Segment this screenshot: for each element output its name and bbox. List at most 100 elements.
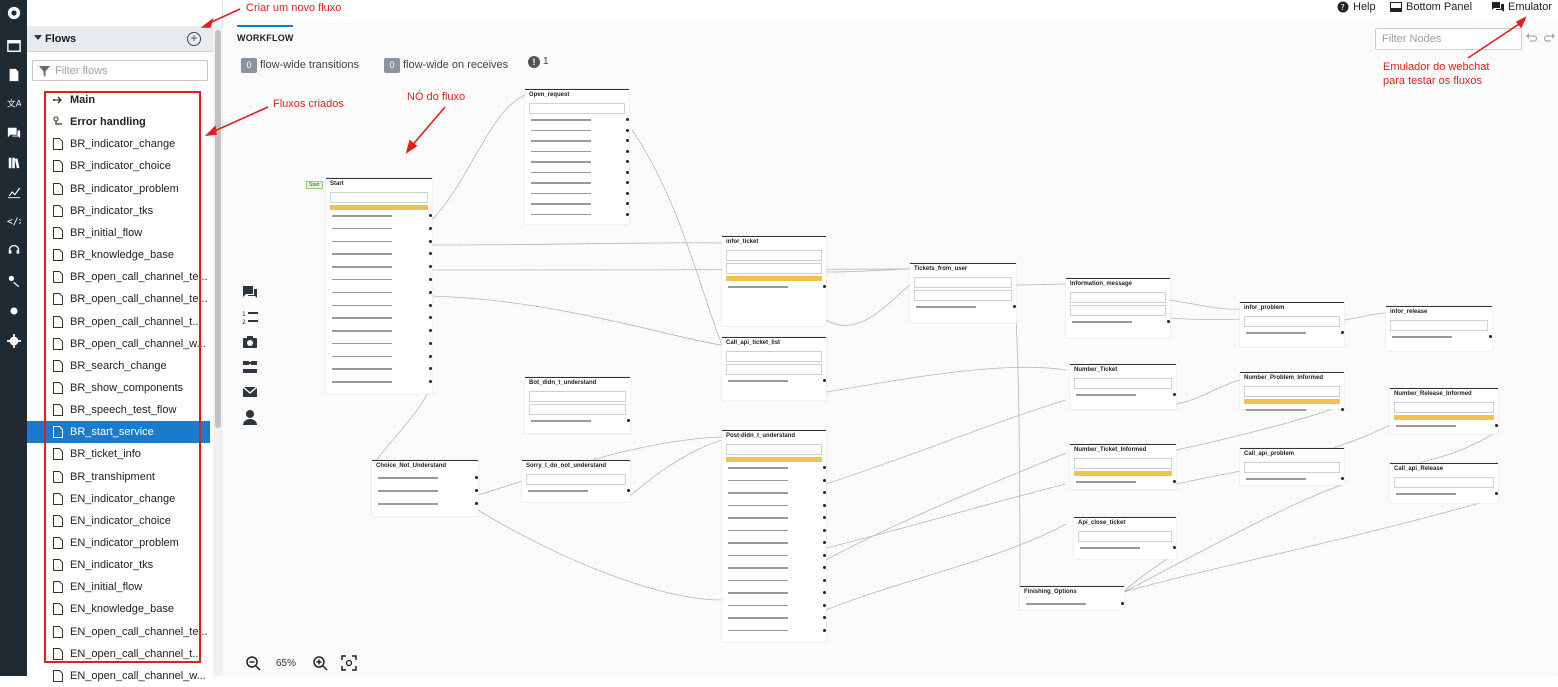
graph-node-transition[interactable] bbox=[728, 492, 788, 494]
graph-node-transition[interactable] bbox=[728, 380, 788, 382]
transition-port[interactable] bbox=[429, 380, 432, 384]
transition-port[interactable] bbox=[626, 202, 629, 205]
graph-node-action[interactable] bbox=[1070, 292, 1166, 303]
graph-node-transition[interactable] bbox=[728, 579, 788, 581]
library-icon[interactable] bbox=[5, 154, 22, 171]
graph-node-action[interactable] bbox=[1244, 316, 1340, 327]
graph-node-transition[interactable] bbox=[728, 467, 788, 469]
graph-node-action[interactable] bbox=[529, 103, 625, 114]
graph-node-transition[interactable] bbox=[1392, 336, 1452, 338]
graph-node-transition[interactable] bbox=[378, 503, 438, 505]
transition-port[interactable] bbox=[626, 139, 629, 142]
graph-node-action[interactable] bbox=[330, 192, 428, 203]
flow-list-item[interactable]: BR_initial_flow bbox=[27, 222, 210, 244]
transition-port[interactable] bbox=[823, 478, 826, 482]
graph-node-action[interactable] bbox=[1074, 458, 1172, 469]
graph-node-transition[interactable] bbox=[332, 227, 392, 230]
filter-nodes-input[interactable] bbox=[1375, 28, 1522, 50]
transition-port[interactable] bbox=[626, 160, 629, 163]
graph-node-transition[interactable] bbox=[1076, 394, 1136, 396]
graph-node[interactable]: Call_api_Release bbox=[1390, 463, 1498, 503]
tab-workflow[interactable]: WORKFLOW bbox=[237, 33, 294, 43]
graph-node[interactable]: Sorry_I_do_not_understand bbox=[522, 460, 630, 502]
transition-port[interactable] bbox=[475, 502, 478, 505]
transition-port[interactable] bbox=[823, 566, 826, 569]
graph-node-transition[interactable] bbox=[728, 629, 788, 631]
graph-node-transition[interactable] bbox=[531, 129, 591, 131]
flow-list-item[interactable]: EN_indicator_problem bbox=[27, 532, 210, 554]
graph-node[interactable]: Call_api_ticket_list bbox=[722, 337, 826, 400]
logo-icon[interactable] bbox=[5, 4, 22, 21]
graph-node-transition[interactable] bbox=[728, 604, 788, 606]
transition-port[interactable] bbox=[823, 591, 826, 594]
graph-node-transition[interactable] bbox=[728, 542, 788, 544]
flow-list-item[interactable]: BR_knowledge_base bbox=[27, 244, 210, 266]
transition-port[interactable] bbox=[626, 128, 629, 132]
flow-list-item[interactable]: BR_start_service bbox=[27, 421, 210, 444]
emulator-toggle[interactable]: Emulator bbox=[1492, 1, 1552, 13]
graph-node-transition[interactable] bbox=[728, 554, 788, 556]
graph-node-action[interactable] bbox=[1390, 320, 1488, 331]
graph-node-transition[interactable] bbox=[1246, 409, 1306, 411]
flow-list-item[interactable]: BR_transhipment bbox=[27, 466, 210, 488]
filter-flows-input[interactable] bbox=[55, 63, 205, 79]
flow-list-item[interactable]: EN_initial_flow bbox=[27, 576, 210, 598]
flow-list-item[interactable]: EN_indicator_change bbox=[27, 488, 210, 510]
transition-port[interactable] bbox=[1341, 331, 1344, 334]
flow-list-item[interactable]: BR_ticket_info bbox=[27, 443, 210, 465]
flow-wide-receives-link[interactable]: flow-wide on receives bbox=[403, 59, 508, 71]
transition-port[interactable] bbox=[429, 329, 432, 333]
flow-list-item[interactable]: BR_show_components bbox=[27, 377, 210, 399]
graph-node[interactable]: Post-didn_t_understand bbox=[722, 430, 826, 642]
flow-list-item[interactable]: BR_open_call_channel_w... bbox=[27, 333, 210, 355]
transition-port[interactable] bbox=[626, 118, 629, 121]
transition-port[interactable] bbox=[429, 354, 432, 358]
transition-port[interactable] bbox=[475, 489, 478, 492]
flow-wide-transitions-link[interactable]: flow-wide transitions bbox=[260, 59, 359, 71]
transition-port[interactable] bbox=[823, 628, 826, 632]
graph-node-action[interactable] bbox=[914, 277, 1012, 288]
transition-port[interactable] bbox=[429, 341, 432, 345]
graph-node[interactable]: Information_message bbox=[1066, 278, 1170, 338]
graph-node-transition[interactable] bbox=[531, 171, 591, 173]
flow-list-item[interactable]: BR_speech_test_flow bbox=[27, 399, 210, 421]
graph-node-transition[interactable] bbox=[531, 213, 591, 215]
transition-port[interactable] bbox=[429, 252, 432, 256]
graph-node-action[interactable] bbox=[914, 290, 1012, 301]
dashboard-icon[interactable] bbox=[5, 37, 22, 54]
graph-node-transition[interactable] bbox=[1026, 603, 1086, 605]
flow-list-item[interactable]: EN_open_call_channel_t... bbox=[27, 643, 210, 665]
code-icon[interactable]: </> bbox=[5, 212, 22, 229]
transition-port[interactable] bbox=[626, 191, 629, 195]
graph-node[interactable]: Bot_didn_t_understand bbox=[525, 377, 630, 433]
graph-node-transition[interactable] bbox=[332, 215, 392, 217]
graph-node-transition[interactable] bbox=[531, 161, 591, 163]
router-node-tool-icon[interactable] bbox=[242, 359, 258, 375]
transition-port[interactable] bbox=[823, 503, 826, 507]
graph-node-transition[interactable] bbox=[916, 306, 976, 308]
graph-node[interactable]: Call_api_problem bbox=[1240, 448, 1344, 485]
graph-node-transition[interactable] bbox=[728, 504, 788, 506]
graph-node-transition[interactable] bbox=[378, 490, 438, 492]
zoom-fit-icon[interactable] bbox=[341, 655, 357, 671]
nlu-icon[interactable] bbox=[5, 272, 22, 289]
graph-node-action[interactable] bbox=[1394, 477, 1494, 488]
transition-port[interactable] bbox=[429, 214, 432, 217]
graph-node-transition[interactable] bbox=[728, 517, 788, 519]
transition-port[interactable] bbox=[1495, 424, 1498, 427]
message-node-tool-icon[interactable] bbox=[242, 384, 258, 400]
transition-port[interactable] bbox=[429, 239, 432, 243]
graph-node-transition[interactable] bbox=[332, 330, 392, 332]
graph-node-action[interactable] bbox=[726, 263, 822, 274]
flow-list-item[interactable]: BR_open_call_channel_te... bbox=[27, 288, 210, 310]
flow-list-item[interactable]: BR_indicator_problem bbox=[27, 178, 210, 200]
transition-port[interactable] bbox=[626, 170, 629, 174]
graph-node-action[interactable] bbox=[1394, 402, 1494, 413]
zoom-in-icon[interactable] bbox=[312, 655, 328, 671]
transition-port[interactable] bbox=[627, 419, 630, 422]
transition-port[interactable] bbox=[823, 541, 826, 544]
graph-node[interactable]: infor_problem bbox=[1240, 302, 1344, 347]
graph-node-transition[interactable] bbox=[728, 592, 788, 594]
flow-list-item[interactable]: BR_search_change bbox=[27, 355, 210, 377]
flow-list-item[interactable]: EN_indicator_tks bbox=[27, 554, 210, 576]
